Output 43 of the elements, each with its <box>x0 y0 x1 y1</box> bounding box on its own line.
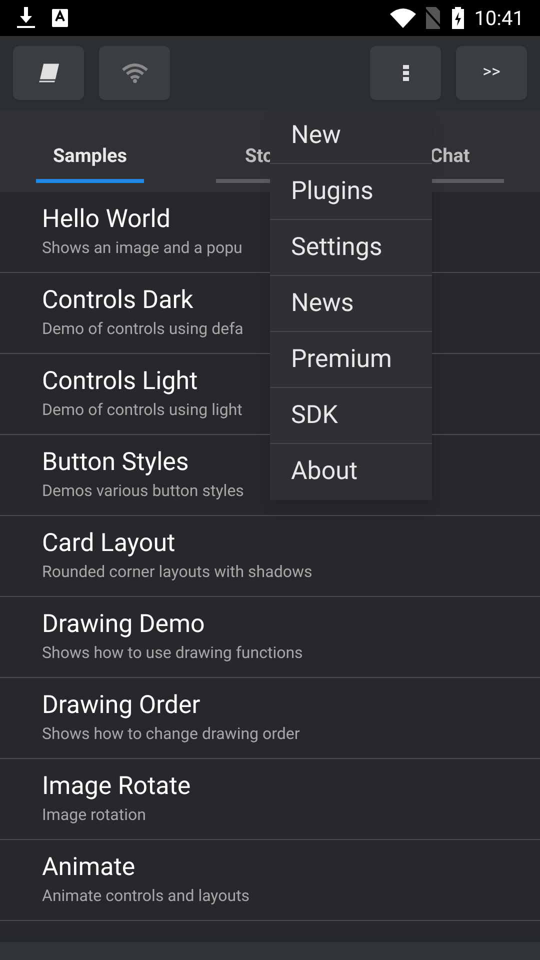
keyboard-letter-icon <box>52 9 68 27</box>
menu-item[interactable]: About <box>270 444 432 500</box>
item-subtitle: Demo of controls using defa <box>42 318 244 340</box>
book-button[interactable] <box>13 46 84 100</box>
download-icon <box>16 7 36 29</box>
more-vertical-icon <box>402 65 408 81</box>
item-title: Controls Dark <box>42 285 194 317</box>
tab[interactable]: Samples <box>0 110 180 192</box>
list-item[interactable]: Card Layout Rounded corner layouts with shadows <box>0 516 540 597</box>
menu-item[interactable]: Settings <box>270 220 432 276</box>
item-title: Drawing Demo <box>42 609 205 641</box>
item-title: Animate <box>42 852 136 884</box>
wifi-icon <box>390 8 416 28</box>
menu-item[interactable]: SDK <box>270 388 432 444</box>
item-title: Card Layout <box>42 528 176 560</box>
wifi-icon <box>120 63 148 83</box>
list-item[interactable]: Animate Animate controls and layouts <box>0 840 540 921</box>
list-item[interactable]: Drawing Order Shows how to change drawing order <box>0 678 540 759</box>
item-subtitle: Demo of controls using light <box>42 399 242 421</box>
wifi-button[interactable] <box>99 46 170 100</box>
menu-item[interactable]: New <box>270 108 432 164</box>
no-sim-icon <box>424 7 442 29</box>
battery-charging-icon <box>452 7 464 29</box>
menu-item[interactable]: Plugins <box>270 164 432 220</box>
item-title: Hello World <box>42 204 170 236</box>
item-subtitle: Image rotation <box>42 804 146 826</box>
item-title: Button Styles <box>42 447 189 479</box>
item-subtitle: Shows how to change drawing order <box>42 723 300 745</box>
menu-item[interactable]: News <box>270 276 432 332</box>
list-item[interactable]: Image Rotate Image rotation <box>0 759 540 840</box>
book-icon <box>36 62 60 84</box>
clock-time: 10:41 <box>474 5 524 32</box>
list-item[interactable]: Drawing Demo Shows how to use drawing functions <box>0 597 540 678</box>
item-title: Image Rotate <box>42 771 191 803</box>
item-subtitle: Shows how to use drawing functions <box>42 642 303 664</box>
item-subtitle: Shows an image and a popu <box>42 237 242 259</box>
item-subtitle: Animate controls and layouts <box>42 885 250 907</box>
item-title: Drawing Order <box>42 690 200 722</box>
item-subtitle: Demos various button styles <box>42 480 244 502</box>
item-title: Controls Light <box>42 366 198 398</box>
forward-button[interactable]: >> <box>456 46 527 100</box>
menu-item[interactable]: Premium <box>270 332 432 388</box>
item-subtitle: Rounded corner layouts with shadows <box>42 561 312 583</box>
